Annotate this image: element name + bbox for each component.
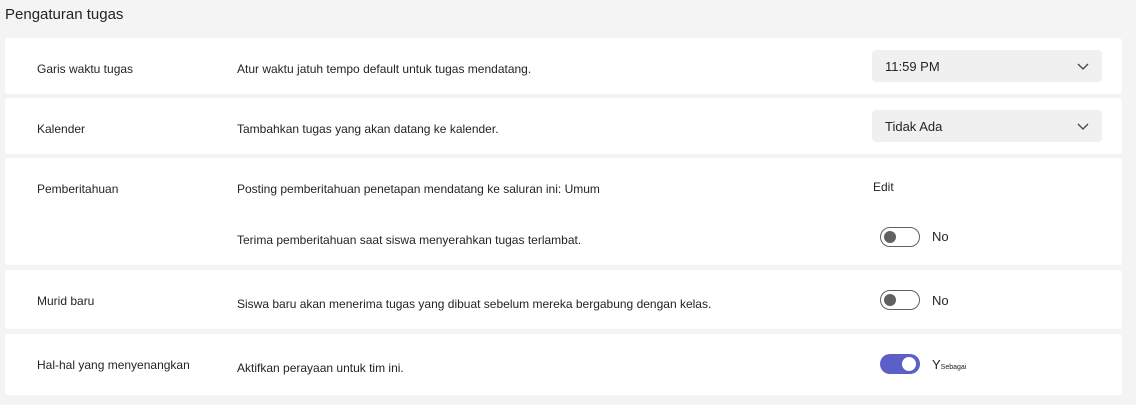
late-notification-toggle[interactable] [880,227,920,247]
toggle-knob [884,231,896,243]
notifications-card: Pemberitahuan Posting pemberitahuan pene… [5,158,1122,265]
notifications-label: Pemberitahuan [37,182,119,196]
calendar-card: Kalender Tambahkan tugas yang akan datan… [5,98,1122,154]
new-students-label: Murid baru [37,294,95,308]
notifications-late-description: Terima pemberitahuan saat siswa menyerah… [237,233,582,247]
deadline-time-dropdown[interactable]: 11:59 PM [872,50,1102,82]
calendar-description: Tambahkan tugas yang akan datang ke kale… [237,122,499,136]
fun-stuff-description: Aktifkan perayaan untuk tim ini. [237,361,404,375]
page-title: Pengaturan tugas [5,6,124,23]
celebrations-toggle-text-small: Sebagai [940,364,967,371]
toggle-knob [902,357,916,371]
calendar-label: Kalender [37,122,86,136]
celebrations-toggle-text-main: Y [932,357,941,372]
fun-stuff-label: Hal-hal yang menyenangkan [37,358,190,372]
calendar-value: Tidak Ada [885,118,943,134]
fun-stuff-card: Hal-hal yang menyenangkan Aktifkan peray… [5,334,1122,395]
new-students-card: Murid baru Siswa baru akan menerima tuga… [5,270,1122,329]
notifications-post-description: Posting pemberitahuan penetapan mendatan… [237,182,600,196]
calendar-dropdown[interactable]: Tidak Ada [872,110,1102,142]
new-students-description: Siswa baru akan menerima tugas yang dibu… [237,297,712,311]
new-students-toggle[interactable] [880,290,920,310]
new-students-toggle-text: No [932,293,949,308]
toggle-knob [884,294,896,306]
celebrations-toggle-text: YSebagai [932,357,966,372]
late-notification-toggle-text: No [932,229,949,244]
chevron-down-icon [1077,63,1089,70]
deadline-label: Garis waktu tugas [37,62,134,76]
celebrations-toggle[interactable] [880,354,920,374]
chevron-down-icon [1077,123,1089,130]
deadline-card: Garis waktu tugas Atur waktu jatuh tempo… [5,38,1122,94]
edit-channel-button[interactable]: Edit [873,180,894,194]
deadline-description: Atur waktu jatuh tempo default untuk tug… [237,62,532,76]
deadline-time-value: 11:59 PM [885,58,940,74]
